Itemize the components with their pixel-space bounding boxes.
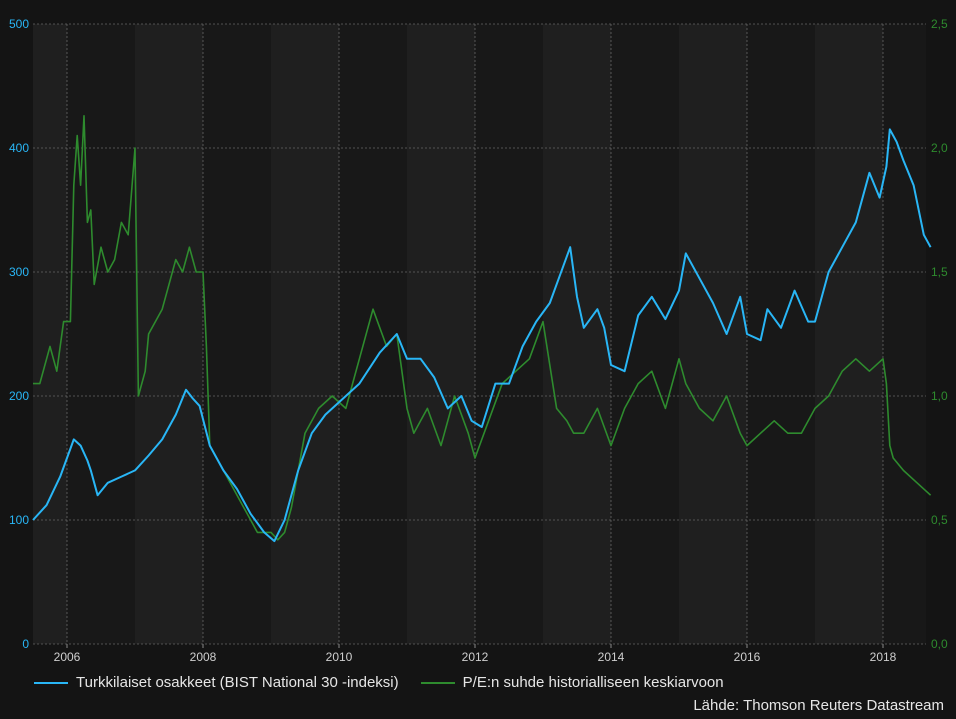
year-band — [611, 24, 679, 644]
legend-item-bist: Turkkilaiset osakkeet (BIST National 30 … — [34, 674, 399, 691]
year-band — [203, 24, 271, 644]
y-right-tick-label: 1,5 — [931, 265, 948, 279]
y-left-tick-label: 0 — [22, 637, 29, 651]
legend-label-pe: P/E:n suhde historialliseen keskiarvoon — [462, 674, 724, 691]
x-tick-label: 2006 — [54, 650, 81, 664]
legend-swatch-bist — [34, 681, 68, 684]
y-right-tick-label: 0,0 — [931, 637, 948, 651]
y-left-tick-label: 300 — [9, 265, 29, 279]
x-tick-label: 2016 — [734, 650, 761, 664]
y-left-tick-label: 400 — [9, 141, 29, 155]
chart: 0 100 200 300 400 500 0,0 0,5 1,0 1,5 2,0 2,5 2006 20… — [9, 17, 948, 664]
year-band — [747, 24, 815, 644]
y-right-tick-label: 2,5 — [931, 17, 948, 31]
x-tick-label: 2010 — [326, 650, 353, 664]
y-left-tick-label: 200 — [9, 389, 29, 403]
x-tick-label: 2012 — [462, 650, 489, 664]
y-right-tick-label: 0,5 — [931, 513, 948, 527]
year-band — [475, 24, 543, 644]
x-tick-label: 2008 — [190, 650, 217, 664]
legend: Turkkilaiset osakkeet (BIST National 30 … — [34, 674, 724, 691]
year-band — [67, 24, 135, 644]
year-band — [883, 24, 926, 644]
legend-swatch-pe — [420, 681, 455, 684]
y-right-tick-label: 2,0 — [931, 141, 948, 155]
y-left-tick-label: 100 — [9, 513, 29, 527]
plot-background — [33, 24, 926, 644]
y-right-tick-label: 1,0 — [931, 389, 948, 403]
legend-label-bist: Turkkilaiset osakkeet (BIST National 30 … — [76, 674, 399, 691]
y-left-tick-label: 500 — [9, 17, 29, 31]
source-note: Lähde: Thomson Reuters Datastream — [693, 697, 944, 714]
legend-item-pe: P/E:n suhde historialliseen keskiarvoon — [420, 674, 724, 691]
x-tick-label: 2018 — [870, 650, 897, 664]
x-tick-label: 2014 — [598, 650, 625, 664]
